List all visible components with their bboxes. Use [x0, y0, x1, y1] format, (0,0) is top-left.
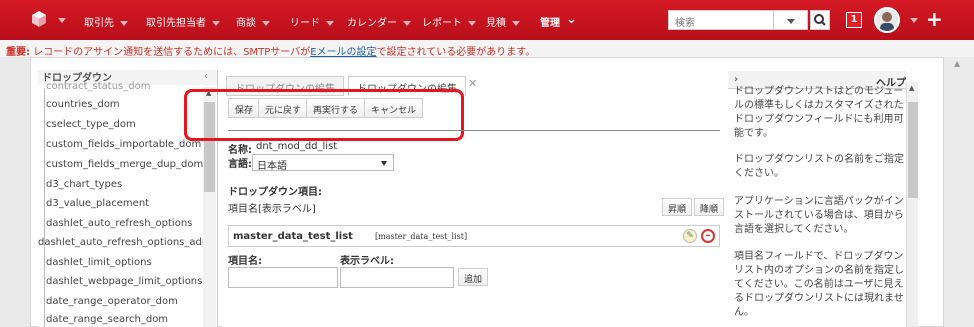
list-item[interactable]: d3_value_placement	[46, 198, 149, 209]
nav-tab-label: 取引先担当者	[146, 18, 206, 29]
chevron-down-icon[interactable]	[468, 20, 476, 26]
toolbar-highlight-box	[184, 89, 464, 141]
nav-tab-contacts[interactable]: 取引先担当者	[146, 14, 220, 29]
help-text: アプリケーションに言語パックがインストールされている場合は、項目から言語を選択し…	[734, 196, 904, 235]
nav-tab-quotes[interactable]: 見積	[486, 14, 520, 29]
chevron-down-icon[interactable]	[403, 20, 411, 26]
nav-tab-reports[interactable]: レポート	[422, 14, 476, 29]
item-name-label: 項目名:	[228, 256, 262, 267]
sort-descending-button[interactable]: 降順	[694, 198, 725, 216]
logo-cube-icon[interactable]	[30, 10, 48, 28]
smtp-warning-notice: 重要: レコードのアサイン通知を送信するためには、SMTPサーバがEメールの設定…	[0, 40, 974, 58]
name-value: dnt_mod_dd_list	[256, 141, 338, 152]
list-item[interactable]: date_range_operator_dom	[46, 296, 178, 307]
list-item[interactable]: date_range_search_dom	[46, 314, 168, 325]
list-item[interactable]: dashlet_auto_refresh_options	[46, 218, 192, 229]
list-item[interactable]: contract_status_dom	[46, 81, 150, 92]
list-item[interactable]: countries_dom	[46, 99, 120, 110]
chevron-down-icon[interactable]	[326, 20, 334, 26]
scrollbar-thumb[interactable]	[908, 102, 918, 198]
list-item[interactable]: custom_fields_merge_dup_dom	[46, 159, 203, 170]
nav-tab-accounts[interactable]: 取引先	[84, 14, 128, 29]
nav-tab-admin[interactable]: 管理	[540, 14, 560, 29]
list-item[interactable]: dashlet_auto_refresh_options_adr	[38, 237, 206, 248]
logo-menu-chevron-icon[interactable]	[58, 18, 66, 23]
chevron-down-icon[interactable]	[212, 20, 220, 26]
top-nav-bar: 取引先 取引先担当者 商談 リード カレンダー レポート 見積 管理 ⌄ 検索 …	[0, 0, 974, 40]
nav-tab-calendar[interactable]: カレンダー	[347, 14, 411, 29]
display-label-label: 表示ラベル:	[340, 256, 394, 267]
sort-ascending-button[interactable]: 昇順	[662, 198, 693, 216]
add-button[interactable]: 追加	[458, 268, 489, 286]
tree-line	[44, 88, 45, 327]
nav-tab-label: レポート	[422, 18, 462, 29]
nav-tab-label: 管理	[540, 18, 560, 29]
items-subheading: 項目名[表示ラベル]	[228, 204, 316, 215]
display-label-input[interactable]	[340, 267, 454, 288]
edit-pencil-icon[interactable]: ✎	[683, 229, 697, 243]
nav-tab-label: カレンダー	[347, 18, 397, 29]
chevron-down-icon[interactable]	[512, 20, 520, 26]
search-icon	[814, 14, 826, 26]
nav-tab-label: 商談	[236, 18, 256, 29]
close-icon[interactable]: ✕	[468, 78, 478, 89]
language-select[interactable]: 日本語	[252, 154, 394, 172]
item-name-input[interactable]	[228, 267, 338, 288]
list-item[interactable]: cselect_type_dom	[46, 119, 136, 130]
quick-create-plus-icon[interactable]: +	[926, 8, 943, 30]
user-menu-chevron-icon[interactable]	[910, 18, 918, 23]
list-item[interactable]: dashlet_webpage_limit_options	[46, 276, 202, 287]
notice-prefix: 重要:	[6, 47, 30, 58]
items-heading: ドロップダウン項目:	[228, 187, 322, 198]
user-avatar[interactable]	[874, 7, 900, 33]
search-button[interactable]	[810, 10, 830, 30]
search-input[interactable]: 検索	[668, 10, 774, 30]
chevron-down-icon[interactable]: ⌄	[566, 12, 577, 27]
page-scrollbar[interactable]: ▲	[944, 57, 974, 327]
language-label: 言語:	[228, 159, 252, 170]
list-item[interactable]: custom_fields_importable_dom	[46, 139, 201, 150]
chevron-down-icon[interactable]	[120, 20, 128, 26]
scroll-up-arrow-icon[interactable]: ▲	[909, 84, 914, 92]
help-text: 項目名フィールドで、ドロップダウンリスト内のオプションの名前を指定してください。…	[734, 251, 904, 318]
dropdown-item-row[interactable]: master_data_test_list [master_data_test_…	[228, 225, 720, 247]
list-item[interactable]: d3_chart_types	[46, 179, 122, 190]
nav-tab-label: 見積	[486, 18, 506, 29]
item-key: master_data_test_list	[233, 231, 353, 242]
nav-tab-opportunities[interactable]: 商談	[236, 14, 270, 29]
name-label: 名称:	[228, 145, 252, 156]
search-module-dropdown[interactable]	[774, 10, 808, 30]
notification-badge[interactable]: 1	[846, 12, 862, 28]
delete-minus-icon[interactable]: –	[701, 229, 715, 243]
collapse-arrow-icon[interactable]: ‹	[204, 71, 208, 82]
item-display-label: [master_data_test_list]	[375, 232, 468, 241]
chevron-right-icon[interactable]: ›	[734, 74, 738, 85]
chevron-down-icon[interactable]	[262, 20, 270, 26]
divider	[228, 130, 720, 131]
nav-tab-label: 取引先	[84, 18, 114, 29]
help-text: ドロップダウンリストの名前をご指定ください。	[734, 154, 904, 179]
nav-tab-label: リード	[290, 18, 320, 29]
nav-tab-leads[interactable]: リード	[290, 14, 334, 29]
scroll-up-arrow-icon[interactable]: ▲	[954, 59, 960, 68]
help-scrollbar[interactable]: ▲	[906, 82, 918, 327]
list-item[interactable]: dashlet_limit_options	[46, 257, 152, 268]
help-panel: › ヘルプ ドロップダウンリストはどのモジュールの標準もしくはカスタマイズされた…	[728, 70, 906, 327]
help-text: ドロップダウンリストはどのモジュールの標準もしくはカスタマイズされたドロップダウ…	[734, 86, 904, 139]
